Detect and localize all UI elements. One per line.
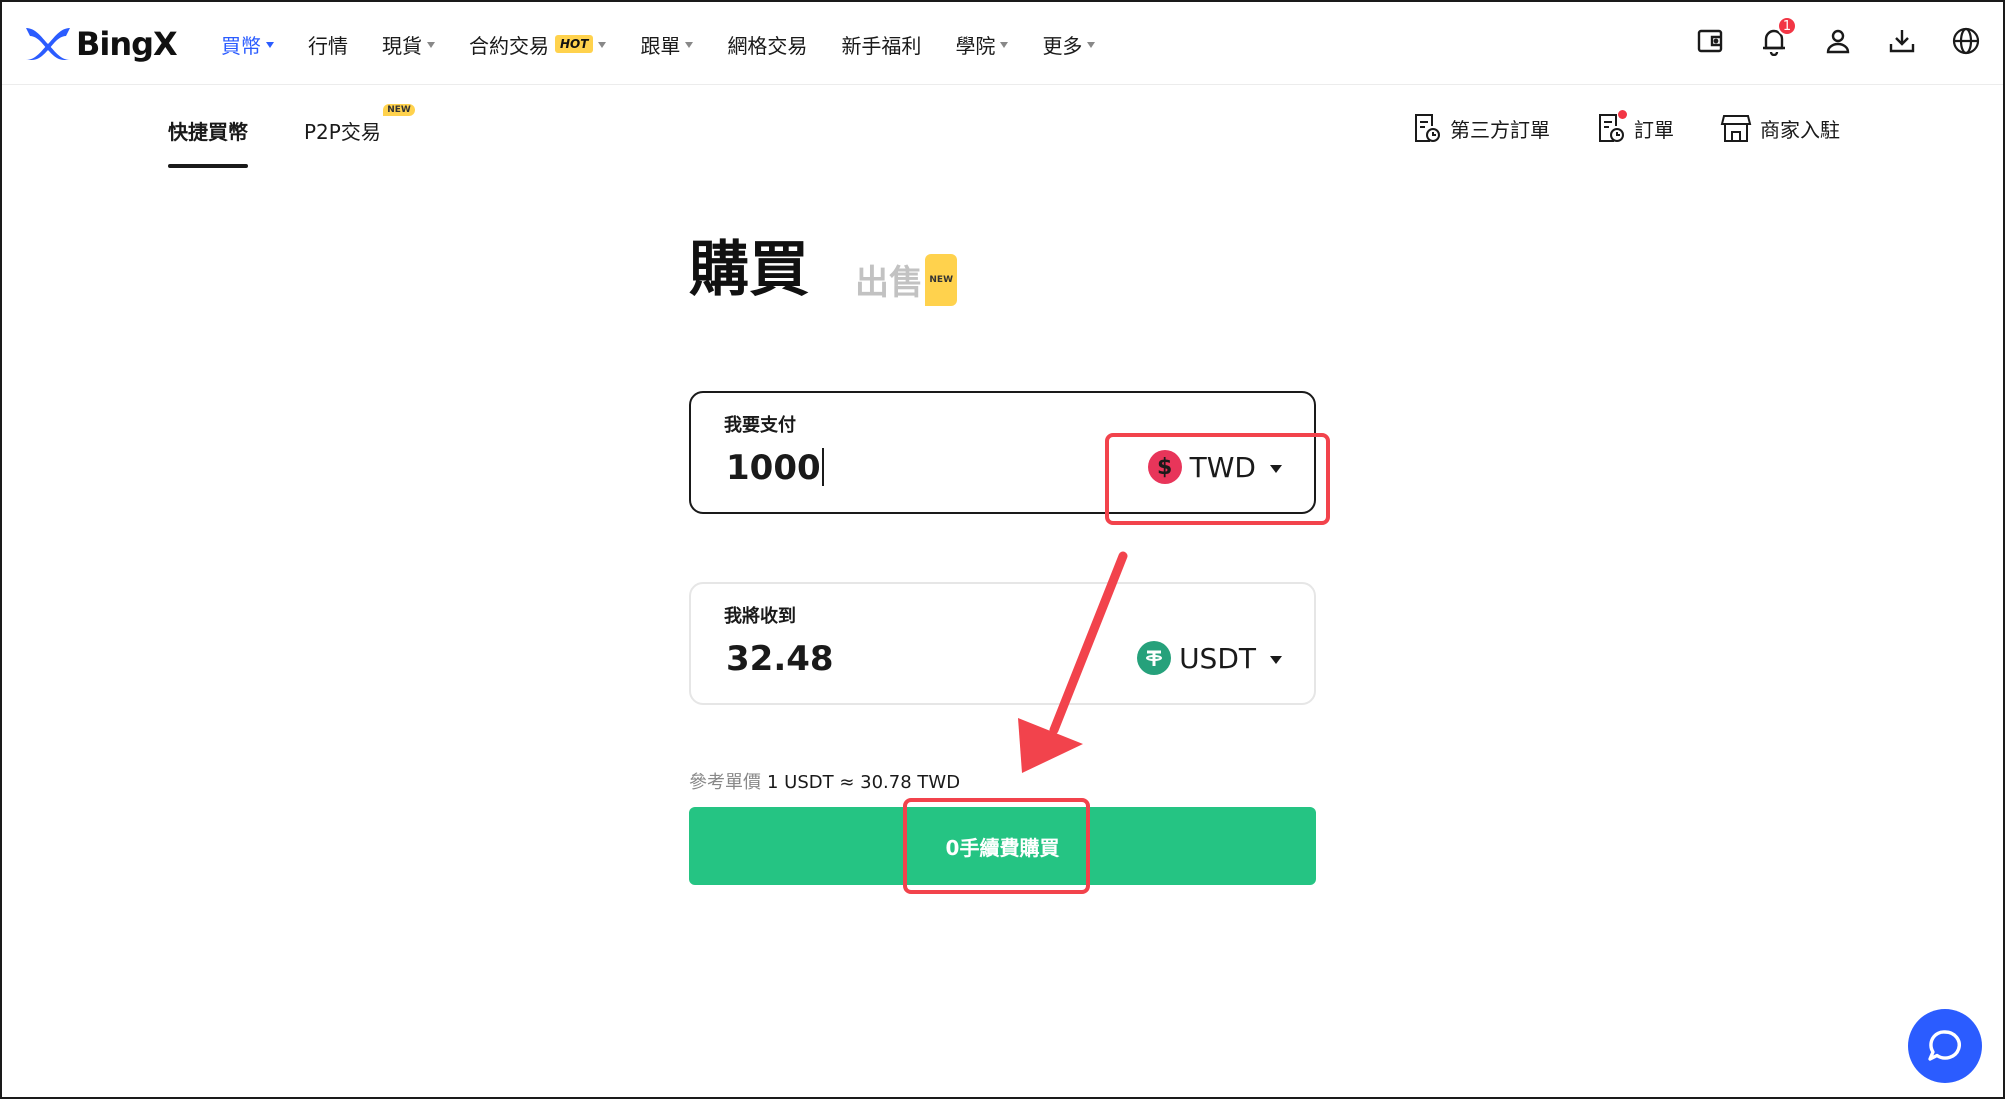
- chevron-down-icon: [1087, 42, 1096, 48]
- new-badge: NEW: [383, 104, 415, 116]
- nav-item-label: 網格交易: [727, 33, 808, 58]
- tab-label: 快捷買幣: [168, 120, 248, 144]
- nav-item-markets[interactable]: 行情: [308, 30, 348, 59]
- user-icon[interactable]: [1821, 24, 1855, 58]
- chevron-down-icon: [685, 42, 694, 48]
- pay-amount-input[interactable]: 1000: [726, 447, 824, 488]
- chevron-down-icon: [1000, 42, 1009, 48]
- pay-label: 我要支付: [724, 415, 796, 436]
- tab-quick-buy[interactable]: 快捷買幣: [168, 110, 248, 168]
- nav-item-label: 跟單: [640, 33, 681, 58]
- third-party-orders-link[interactable]: 第三方訂單: [1412, 112, 1550, 144]
- orders-link[interactable]: 訂單: [1596, 110, 1674, 144]
- tab-p2p[interactable]: P2P交易 NEW: [304, 104, 415, 168]
- nav-item-label: 行情: [308, 33, 348, 58]
- chevron-down-icon: [598, 42, 607, 48]
- main-nav: 買幣 行情 現貨 合約交易 HOT 跟單 網格交易 新手福利 學院 更多: [221, 28, 1129, 60]
- receive-currency-select[interactable]: USDT: [1137, 641, 1282, 675]
- bell-icon[interactable]: 1: [1757, 16, 1797, 58]
- top-nav: BingX 買幣 行情 現貨 合約交易 HOT 跟單 網格交易 新手福利 學院 …: [2, 2, 2003, 85]
- bingx-logo-icon: [26, 28, 70, 60]
- chat-support-button[interactable]: [1908, 1009, 1982, 1083]
- link-label: 商家入駐: [1760, 117, 1840, 142]
- buy-sell-switch: 購買 出售 NEW: [689, 232, 957, 308]
- nav-item-label: 學院: [955, 33, 996, 58]
- usdt-coin-icon: [1137, 641, 1172, 675]
- brand-name: BingX: [76, 25, 178, 63]
- chevron-down-icon: [427, 42, 435, 48]
- globe-icon[interactable]: [1949, 24, 1983, 58]
- nav-item-copy-trading[interactable]: 跟單: [640, 30, 694, 59]
- nav-item-spot[interactable]: 現貨: [382, 30, 435, 59]
- sub-tabs: 快捷買幣 P2P交易 NEW: [168, 104, 437, 170]
- receive-label: 我將收到: [724, 606, 796, 627]
- nav-item-more[interactable]: 更多: [1042, 30, 1096, 59]
- merchant-onboarding-link[interactable]: 商家入駐: [1720, 112, 1840, 144]
- nav-icon-group: 1: [1663, 16, 1983, 58]
- receive-currency-label: USDT: [1179, 641, 1256, 675]
- nav-item-label: 買幣: [221, 33, 261, 58]
- chevron-down-icon: [266, 42, 274, 48]
- notification-count-badge: 1: [1777, 16, 1797, 36]
- nav-item-label: 合約交易: [469, 33, 549, 58]
- unread-dot: [1618, 110, 1627, 119]
- receive-amount-value: 32.48: [726, 639, 834, 679]
- text-cursor: [821, 447, 824, 486]
- wallet-icon[interactable]: [1693, 24, 1727, 58]
- nav-item-label: 現貨: [382, 33, 422, 58]
- link-label: 第三方訂單: [1450, 117, 1550, 142]
- nav-item-label: 新手福利: [841, 33, 922, 58]
- order-clock-icon: [1415, 114, 1440, 142]
- sell-tab[interactable]: 出售 NEW: [855, 254, 957, 308]
- nav-item-newbie-rewards[interactable]: 新手福利: [841, 30, 921, 59]
- nav-item-buy-crypto[interactable]: 買幣: [221, 30, 274, 59]
- nav-item-label: 更多: [1042, 33, 1083, 58]
- link-label: 訂單: [1634, 117, 1674, 142]
- pay-amount-value: 1000: [726, 448, 821, 488]
- receive-amount-card[interactable]: 我將收到 32.48 USDT: [689, 582, 1316, 705]
- nav-item-futures[interactable]: 合約交易 HOT: [469, 30, 607, 59]
- hot-badge: HOT: [555, 35, 594, 53]
- download-icon[interactable]: [1885, 24, 1919, 58]
- buy-tab[interactable]: 購買: [689, 232, 809, 308]
- caret-down-icon: [1270, 656, 1282, 664]
- buy-button-highlight-box: [903, 798, 1090, 894]
- reference-rate-label: 參考單價: [689, 772, 761, 793]
- tab-label: P2P交易: [304, 120, 381, 144]
- sub-nav-right: 第三方訂單 訂單 商家入駐: [1366, 110, 1840, 146]
- nav-item-academy[interactable]: 學院: [955, 30, 1009, 59]
- reference-rate-value: 1 USDT ≈ 30.78 TWD: [767, 772, 961, 793]
- reference-rate: 參考單價 1 USDT ≈ 30.78 TWD: [689, 768, 960, 794]
- bingx-logo[interactable]: BingX: [24, 22, 178, 66]
- sell-tab-label: 出售: [855, 263, 923, 303]
- nav-item-grid-trading[interactable]: 網格交易: [727, 30, 807, 59]
- new-badge: NEW: [925, 254, 957, 306]
- currency-highlight-box: [1105, 433, 1330, 525]
- chat-icon: [1928, 1030, 1961, 1061]
- store-icon: [1720, 115, 1752, 142]
